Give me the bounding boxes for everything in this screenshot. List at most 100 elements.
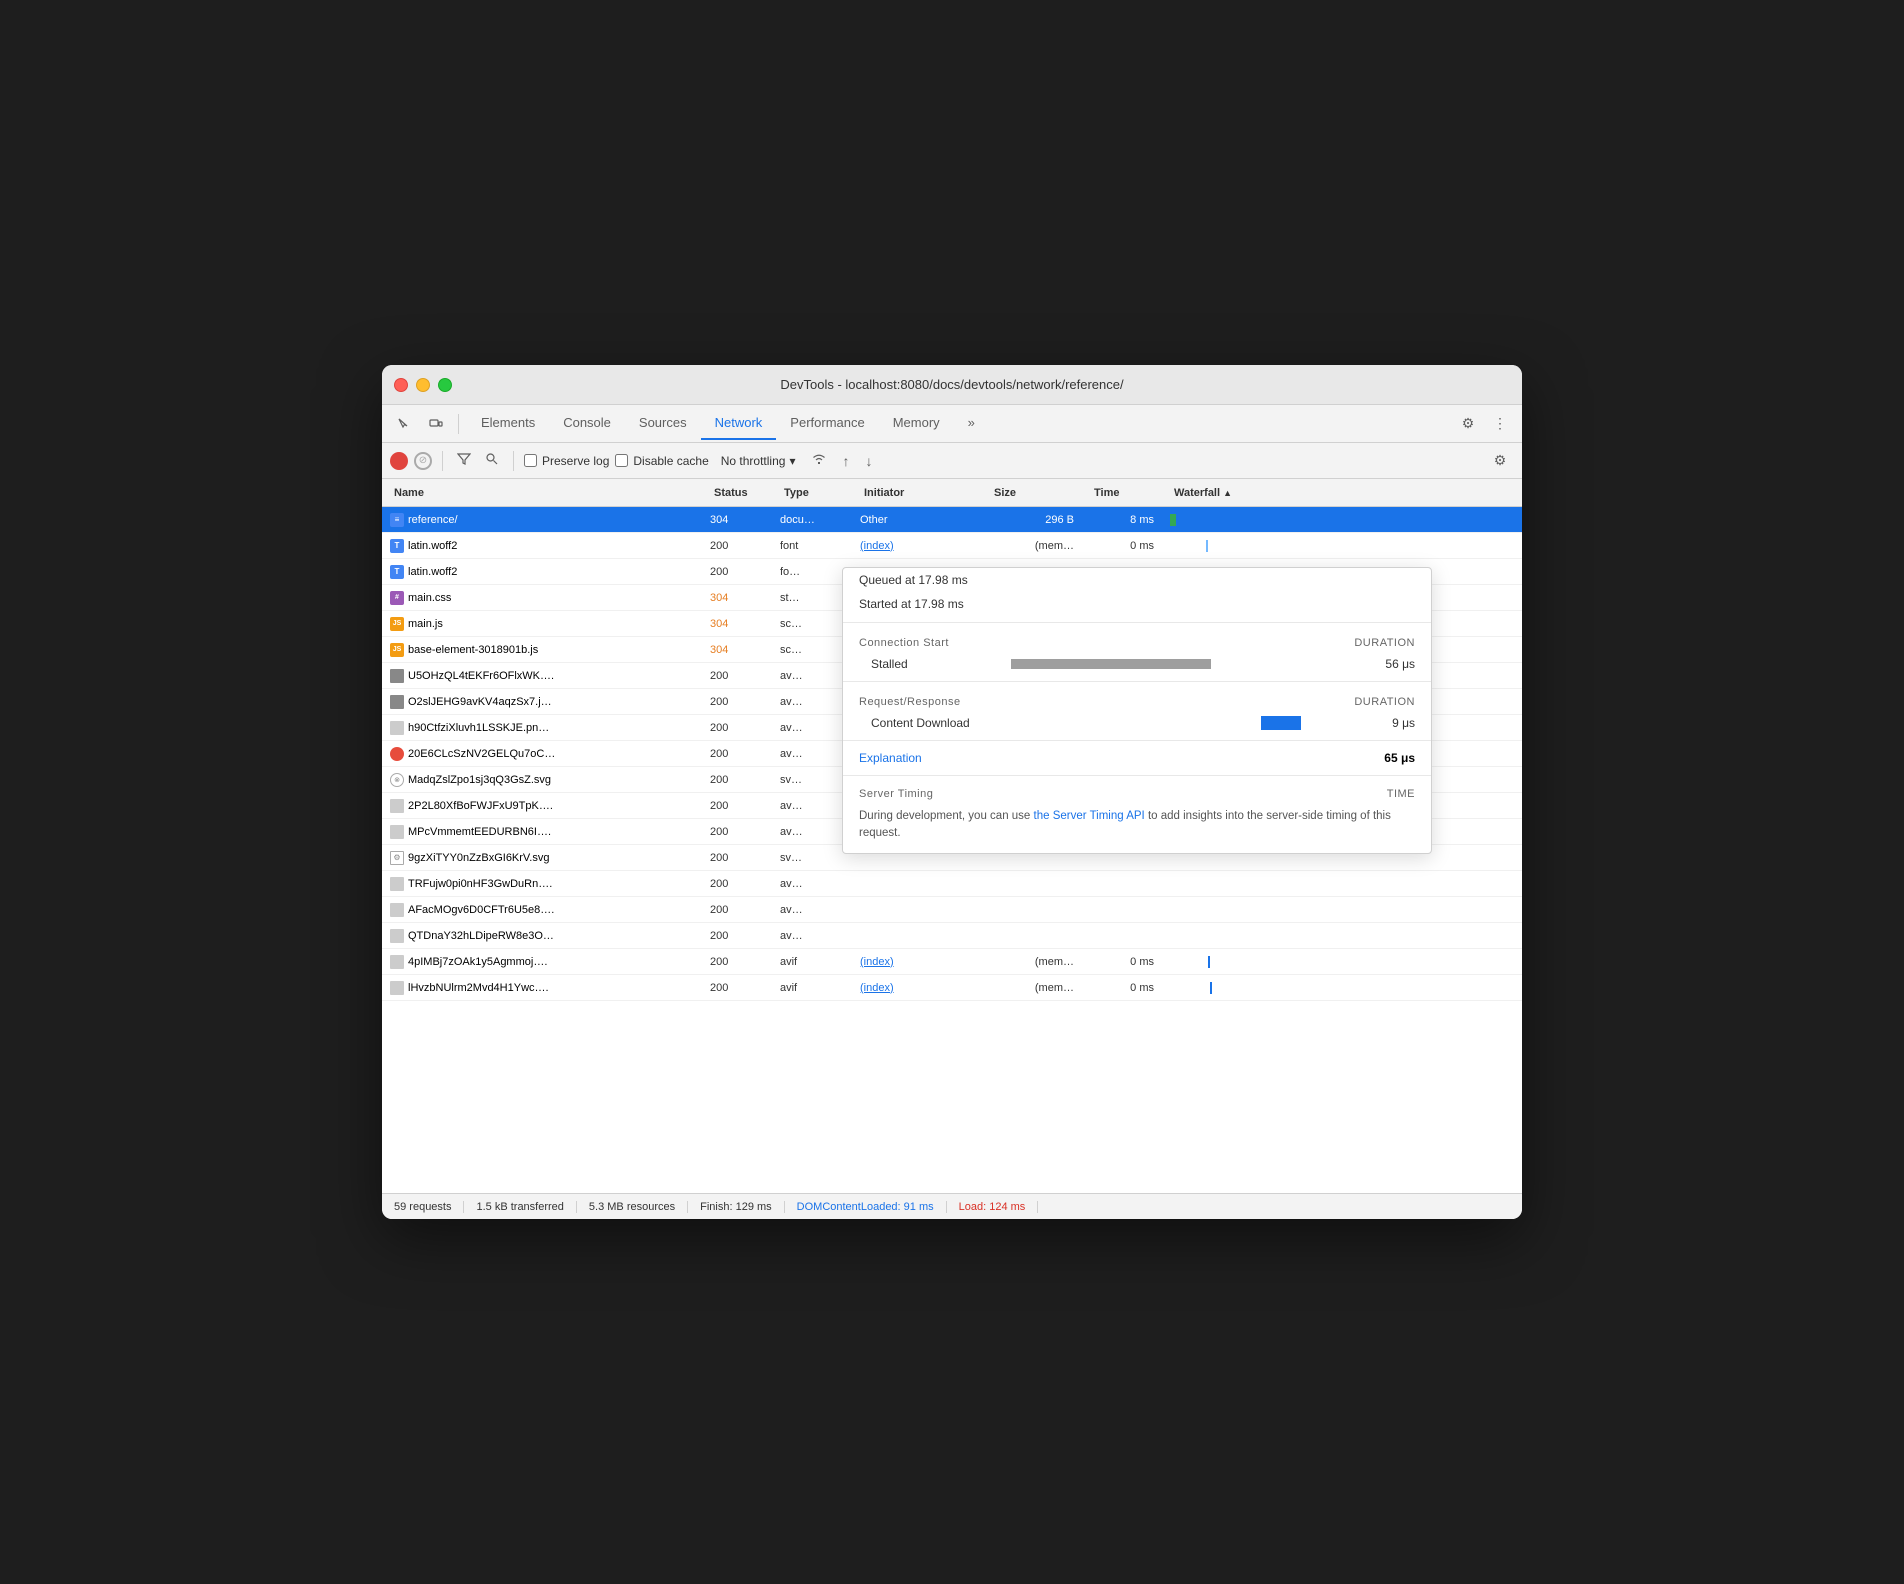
time-label: TIME xyxy=(1387,788,1415,800)
total-duration: 65 μs xyxy=(1384,751,1415,765)
img-icon xyxy=(390,981,404,995)
size-cell: 296 B xyxy=(982,514,1082,526)
type-cell: st… xyxy=(772,592,852,604)
tab-more[interactable]: » xyxy=(954,407,989,440)
rows-container: ≡ reference/ 304 docu… Other 296 B 8 ms xyxy=(382,507,1522,1193)
main-content: Name Status Type Initiator Size Time xyxy=(382,479,1522,1219)
preserve-log-checkbox[interactable] xyxy=(524,454,537,467)
duration-label-2: DURATION xyxy=(1354,696,1415,708)
content-download-duration: 9 μs xyxy=(1355,716,1415,730)
connection-start-header: Connection Start DURATION xyxy=(843,629,1431,653)
size-cell: (mem… xyxy=(982,540,1082,552)
tab-elements[interactable]: Elements xyxy=(467,407,549,440)
status-cell: 200 xyxy=(702,670,772,682)
divider-3 xyxy=(843,740,1431,741)
waterfall-cell xyxy=(1162,975,1522,1000)
table-row[interactable]: AFacMOgv6D0CFTr6U5e8…. 200 av… xyxy=(382,897,1522,923)
img-icon xyxy=(390,929,404,943)
file-name: base-element-3018901b.js xyxy=(408,644,538,656)
type-cell: avif xyxy=(772,982,852,994)
inspect-icon[interactable] xyxy=(390,410,418,438)
table-row[interactable]: 4pIMBj7zOAk1y5Agmmoj…. 200 avif (index) … xyxy=(382,949,1522,975)
throttle-select[interactable]: No throttling ▾ xyxy=(715,452,802,470)
type-cell: docu… xyxy=(772,514,852,526)
table-row[interactable]: QTDnaY32hLDipeRW8e3O… 200 av… xyxy=(382,923,1522,949)
tab-memory[interactable]: Memory xyxy=(879,407,954,440)
time-cell: 0 ms xyxy=(1082,956,1162,968)
search-icon[interactable] xyxy=(481,448,503,473)
preserve-log-label[interactable]: Preserve log xyxy=(524,454,609,468)
file-name: TRFujw0pi0nHF3GwDuRn…. xyxy=(408,878,552,890)
type-cell: av… xyxy=(772,904,852,916)
disable-cache-checkbox[interactable] xyxy=(615,454,628,467)
img-icon xyxy=(390,955,404,969)
network-settings-icon[interactable]: ⚙ xyxy=(1486,447,1514,475)
waterfall-cell xyxy=(1162,949,1522,974)
disable-cache-label[interactable]: Disable cache xyxy=(615,454,708,468)
device-toolbar-icon[interactable] xyxy=(422,410,450,438)
divider-4 xyxy=(843,775,1431,776)
status-cell: 200 xyxy=(702,696,772,708)
gear-svg-icon: ⚙ xyxy=(390,851,404,865)
record-button[interactable] xyxy=(390,452,408,470)
close-button[interactable] xyxy=(394,378,408,392)
type-cell: av… xyxy=(772,930,852,942)
maximize-button[interactable] xyxy=(438,378,452,392)
server-timing-api-link[interactable]: the Server Timing API xyxy=(1034,810,1145,822)
wifi-icon[interactable] xyxy=(807,449,831,472)
table-row[interactable]: T latin.woff2 200 font (index) (mem… 0 m… xyxy=(382,533,1522,559)
time-cell: 8 ms xyxy=(1082,514,1162,526)
tab-sources[interactable]: Sources xyxy=(625,407,701,440)
status-cell: 200 xyxy=(702,800,772,812)
type-cell: sv… xyxy=(772,852,852,864)
col-size[interactable]: Size xyxy=(986,487,1086,499)
col-type[interactable]: Type xyxy=(776,487,856,499)
table-row[interactable]: lHvzbNUlrm2Mvd4H1Ywc…. 200 avif (index) … xyxy=(382,975,1522,1001)
img-icon xyxy=(390,695,404,709)
col-status[interactable]: Status xyxy=(706,487,776,499)
minimize-button[interactable] xyxy=(416,378,430,392)
file-name: MadqZslZpo1sj3qQ3GsZ.svg xyxy=(408,774,551,786)
table-row[interactable]: ≡ reference/ 304 docu… Other 296 B 8 ms xyxy=(382,507,1522,533)
stalled-row: Stalled 56 μs xyxy=(843,653,1431,675)
col-waterfall[interactable]: Waterfall xyxy=(1166,487,1518,499)
more-options-icon[interactable]: ⋮ xyxy=(1486,410,1514,438)
status-cell: 200 xyxy=(702,774,772,786)
tab-performance[interactable]: Performance xyxy=(776,407,878,440)
explanation-link[interactable]: Explanation xyxy=(859,751,922,765)
devtools-window: DevTools - localhost:8080/docs/devtools/… xyxy=(382,365,1522,1219)
time-cell: 0 ms xyxy=(1082,982,1162,994)
tab-console[interactable]: Console xyxy=(549,407,625,440)
upload-icon[interactable]: ↑ xyxy=(837,450,854,472)
status-cell: 200 xyxy=(702,566,772,578)
status-bar: 59 requests 1.5 kB transferred 5.3 MB re… xyxy=(382,1193,1522,1219)
stop-button[interactable]: ⊘ xyxy=(414,452,432,470)
toolbar-divider-1 xyxy=(458,414,459,434)
download-icon[interactable]: ↓ xyxy=(860,450,877,472)
server-timing-label: Server Timing xyxy=(859,788,933,800)
toolbar-right: ⚙ ⋮ xyxy=(1454,410,1514,438)
file-name: U5OHzQL4tEKFr6OFlxWK…. xyxy=(408,670,554,682)
status-cell: 200 xyxy=(702,878,772,890)
file-name: 4pIMBj7zOAk1y5Agmmoj…. xyxy=(408,956,547,968)
col-time[interactable]: Time xyxy=(1086,487,1166,499)
col-initiator[interactable]: Initiator xyxy=(856,487,986,499)
settings-icon[interactable]: ⚙ xyxy=(1454,410,1482,438)
col-name[interactable]: Name xyxy=(386,487,706,499)
status-cell: 200 xyxy=(702,722,772,734)
file-name: lHvzbNUlrm2Mvd4H1Ywc…. xyxy=(408,982,549,994)
type-cell: font xyxy=(772,540,852,552)
initiator-cell: (index) xyxy=(852,982,982,994)
queued-row: Queued at 17.98 ms xyxy=(843,568,1431,592)
filter-icon[interactable] xyxy=(453,448,475,473)
table-row[interactable]: TRFujw0pi0nHF3GwDuRn…. 200 av… xyxy=(382,871,1522,897)
window-title: DevTools - localhost:8080/docs/devtools/… xyxy=(780,377,1123,392)
type-cell: av… xyxy=(772,878,852,890)
doc-icon: ≡ xyxy=(390,513,404,527)
type-cell: fo… xyxy=(772,566,852,578)
type-cell: avif xyxy=(772,956,852,968)
initiator-cell: (index) xyxy=(852,540,982,552)
divider-2 xyxy=(843,681,1431,682)
status-cell: 200 xyxy=(702,904,772,916)
tab-network[interactable]: Network xyxy=(701,407,777,440)
